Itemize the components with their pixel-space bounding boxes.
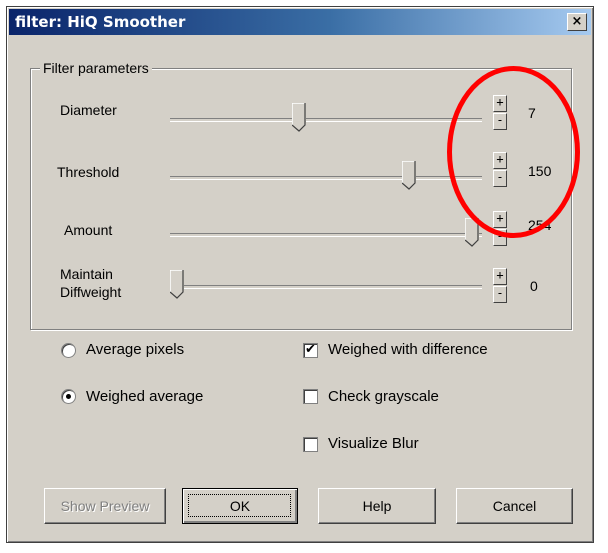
value-diffweight: 0 (530, 278, 538, 294)
slider-track-diffweight (170, 285, 482, 289)
group-legend: Filter parameters (40, 60, 152, 76)
checkbox-label-weighed-with-difference[interactable]: Weighed with difference (328, 341, 488, 358)
param-label-diffweight: Diffweight (60, 284, 122, 300)
checkbox-check-grayscale[interactable] (303, 389, 318, 404)
radio-selected-dot (66, 394, 71, 399)
slider-track-amount (170, 233, 482, 237)
param-label-maintain: Maintain (60, 266, 113, 282)
slider-thumb-diffweight[interactable] (170, 270, 184, 300)
checkmark-icon: ✔ (305, 342, 316, 357)
slider-thumb-diameter[interactable] (292, 103, 307, 133)
param-label-threshold: Threshold (57, 164, 120, 180)
show-preview-button[interactable]: Show Preview (44, 488, 166, 524)
ok-button[interactable]: OK (182, 488, 298, 524)
checkbox-label-visualize-blur[interactable]: Visualize Blur (328, 435, 419, 452)
slider-thumb-threshold[interactable] (402, 161, 417, 191)
slider-track-diameter (170, 118, 482, 122)
cancel-button[interactable]: Cancel (456, 488, 573, 524)
radio-weighed-average[interactable] (61, 389, 76, 404)
radio-label-average-pixels[interactable]: Average pixels (86, 341, 184, 358)
param-label-diameter: Diameter (60, 102, 117, 118)
slider-thumb-shape (402, 161, 417, 190)
slider-thumb-shape (292, 103, 307, 132)
title-bar[interactable]: filter: HiQ Smoother × (9, 9, 591, 35)
close-button[interactable]: × (567, 13, 587, 31)
window-title: filter: HiQ Smoother (15, 13, 186, 31)
radio-label-weighed-average[interactable]: Weighed average (86, 388, 203, 405)
param-label-amount: Amount (64, 222, 113, 238)
focus-indicator (188, 494, 291, 517)
slider-track-threshold (170, 176, 482, 180)
radio-average-pixels[interactable] (61, 343, 76, 358)
annotation-circle (447, 66, 580, 238)
decrement-button[interactable]: - (493, 286, 507, 303)
slider-thumb-shape (170, 270, 184, 299)
checkbox-weighed-with-difference[interactable]: ✔ (303, 343, 318, 358)
spinner-diffweight: + - (493, 268, 507, 304)
checkbox-label-check-grayscale[interactable]: Check grayscale (328, 388, 439, 405)
help-button[interactable]: Help (318, 488, 436, 524)
increment-button[interactable]: + (493, 268, 507, 285)
checkbox-visualize-blur[interactable] (303, 437, 318, 452)
